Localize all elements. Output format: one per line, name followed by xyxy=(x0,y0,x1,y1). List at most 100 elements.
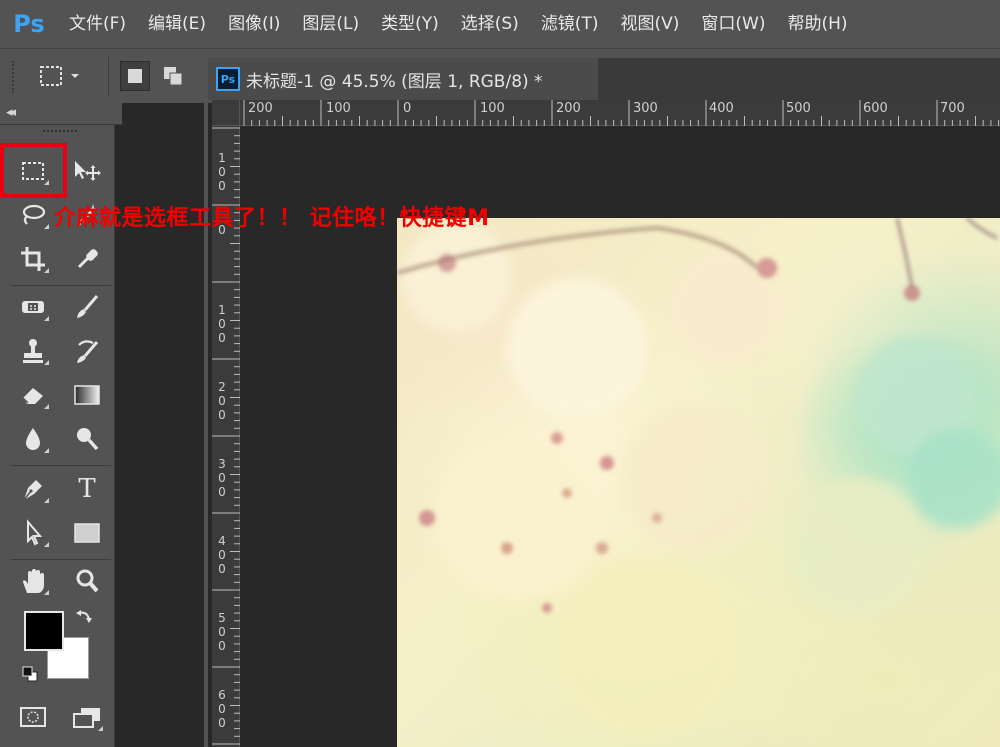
lasso-tool[interactable] xyxy=(13,197,53,233)
ruler-label: 300 xyxy=(218,457,226,499)
collapse-icon[interactable]: ◂◂ xyxy=(6,105,16,120)
menu-help[interactable]: 帮助(H) xyxy=(776,0,858,48)
ruler-label: 300 xyxy=(633,101,658,116)
ruler-label: 200 xyxy=(248,101,273,116)
history-brush-tool[interactable] xyxy=(67,333,107,369)
ruler-label: 100 xyxy=(218,303,226,345)
document-left-edge xyxy=(204,58,208,747)
zoom-icon xyxy=(76,569,99,593)
options-divider xyxy=(108,57,109,97)
type-tool[interactable]: T xyxy=(67,471,107,507)
cherry-blossom-photo xyxy=(397,218,1000,738)
quick-mask-icon xyxy=(20,707,46,727)
crop-icon xyxy=(21,247,45,271)
gradient-icon xyxy=(74,385,100,405)
tools-panel-grip[interactable] xyxy=(43,130,77,135)
blur-tool[interactable] xyxy=(13,421,53,457)
ruler-label: 700 xyxy=(940,101,965,116)
ruler-origin[interactable] xyxy=(212,100,240,126)
brush-icon xyxy=(77,295,99,318)
zoom-tool[interactable] xyxy=(67,563,107,599)
document-tab-title: 未标题-1 @ 45.5% (图层 1, RGB/8) * xyxy=(246,71,543,92)
chevron-down-icon xyxy=(71,74,79,78)
menu-view[interactable]: 视图(V) xyxy=(609,0,690,48)
swap-colors-button[interactable] xyxy=(73,607,95,629)
dodge-icon xyxy=(77,428,99,451)
spot-healing-tool[interactable] xyxy=(13,289,53,325)
clone-stamp-tool[interactable] xyxy=(13,333,53,369)
tools-divider xyxy=(11,465,111,466)
menu-window[interactable]: 窗口(W) xyxy=(690,0,776,48)
menu-file[interactable]: 文件(F) xyxy=(58,0,137,48)
pointer-icon xyxy=(27,519,43,546)
foreground-color-swatch[interactable] xyxy=(24,611,64,651)
ruler-label: 400 xyxy=(709,101,734,116)
stamp-icon xyxy=(23,339,43,363)
gradient-tool[interactable] xyxy=(67,377,107,413)
move-tool[interactable] xyxy=(67,153,107,189)
quick-mask-button[interactable] xyxy=(13,699,53,735)
document-tab[interactable]: Ps 未标题-1 @ 45.5% (图层 1, RGB/8) * xyxy=(208,58,598,100)
app-logo: Ps xyxy=(13,10,45,38)
ruler-label: 500 xyxy=(786,101,811,116)
eraser-icon xyxy=(22,388,43,404)
new-selection-icon xyxy=(128,69,142,83)
dodge-tool[interactable] xyxy=(67,421,107,457)
type-icon: T xyxy=(78,474,96,504)
menu-layer[interactable]: 图层(L) xyxy=(291,0,370,48)
eyedropper-tool[interactable] xyxy=(67,241,107,277)
crop-tool[interactable] xyxy=(13,241,53,277)
menu-select[interactable]: 选择(S) xyxy=(450,0,530,48)
eraser-tool[interactable] xyxy=(13,377,53,413)
ruler-label: 200 xyxy=(218,380,226,422)
photoshop-window: Ps 文件(F) 编辑(E) 图像(I) 图层(L) 类型(Y) 选择(S) 滤… xyxy=(0,0,1000,747)
pen-tool[interactable] xyxy=(13,471,53,507)
add-selection-icon xyxy=(164,67,183,86)
marquee-highlight-box xyxy=(0,143,67,198)
menu-filter[interactable]: 滤镜(T) xyxy=(530,0,610,48)
options-bar-grip[interactable] xyxy=(12,61,16,93)
move-icon xyxy=(75,161,101,181)
left-panel-edge xyxy=(0,103,7,747)
document-canvas-image[interactable] xyxy=(397,218,1000,747)
ruler-label: 100 xyxy=(326,101,351,116)
new-selection-button[interactable] xyxy=(120,61,150,91)
menu-edit[interactable]: 编辑(E) xyxy=(137,0,217,48)
menu-type[interactable]: 类型(Y) xyxy=(370,0,450,48)
tools-divider xyxy=(11,285,111,286)
hand-tool[interactable] xyxy=(13,563,53,599)
brush-tool[interactable] xyxy=(67,289,107,325)
ps-file-icon: Ps xyxy=(216,67,240,91)
rectangle-tool[interactable] xyxy=(67,515,107,551)
rectangle-shape-icon xyxy=(74,523,100,543)
pen-icon xyxy=(23,480,42,501)
ruler-label: 600 xyxy=(218,688,226,730)
ruler-label: 100 xyxy=(480,101,505,116)
droplet-icon xyxy=(26,428,40,450)
add-to-selection-button[interactable] xyxy=(158,61,188,91)
history-brush-icon xyxy=(77,340,99,363)
menu-bar: Ps 文件(F) 编辑(E) 图像(I) 图层(L) 类型(Y) 选择(S) 滤… xyxy=(0,0,1000,48)
horizontal-ruler[interactable]: 200 100 0 100 200 300 400 500 600 700 xyxy=(240,100,1000,126)
ruler-label: 600 xyxy=(863,101,888,116)
ruler-label: 100 xyxy=(218,151,226,193)
rect-marquee-icon xyxy=(40,66,62,86)
document-tab-bar: Ps 未标题-1 @ 45.5% (图层 1, RGB/8) * xyxy=(208,58,1000,100)
ruler-label: 0 xyxy=(403,101,412,116)
lasso-icon xyxy=(22,204,46,225)
hand-icon xyxy=(23,569,44,593)
toolbar-collapse-bar[interactable]: ◂◂ xyxy=(0,103,122,125)
eyedropper-icon xyxy=(77,249,98,269)
ruler-label: 400 xyxy=(218,534,226,576)
default-colors-icon xyxy=(22,666,38,682)
default-colors-button[interactable] xyxy=(21,665,39,683)
annotation-text: 介麻就是选框工具了！！ 记住咯！快捷键M xyxy=(54,206,490,231)
screen-mode-button[interactable] xyxy=(67,699,107,735)
tool-preset-picker[interactable] xyxy=(36,61,100,91)
ruler-label: 500 xyxy=(218,611,226,653)
tools-divider xyxy=(11,559,111,560)
swap-arrows-icon xyxy=(76,610,92,623)
path-selection-tool[interactable] xyxy=(13,515,53,551)
ruler-label: 200 xyxy=(556,101,581,116)
menu-image[interactable]: 图像(I) xyxy=(217,0,291,48)
